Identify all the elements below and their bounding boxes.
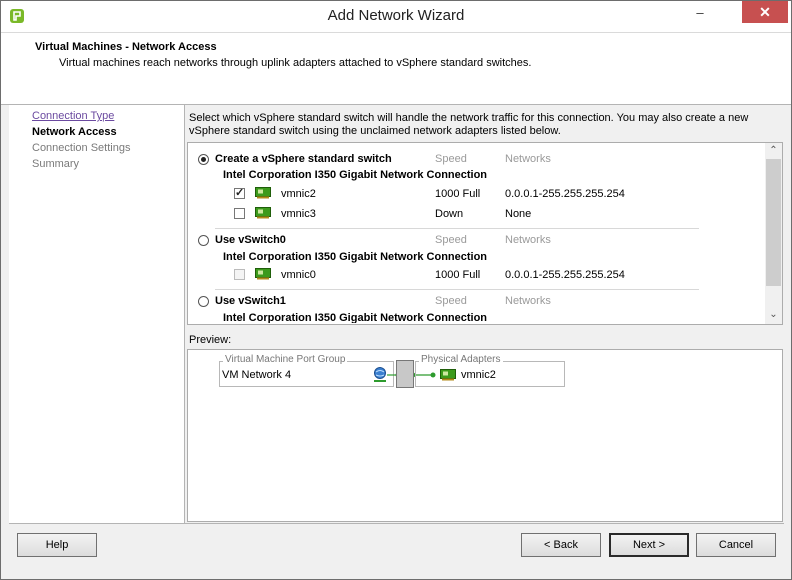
nic-name: vmnic2 <box>281 188 316 200</box>
physical-adapter-name: vmnic2 <box>461 369 496 381</box>
vmnic2-checkbox[interactable] <box>234 186 245 199</box>
option-divider <box>215 228 699 229</box>
globe-network-icon <box>374 367 386 382</box>
adapter-group-label: Intel Corporation I350 Gigabit Network C… <box>223 251 488 263</box>
physical-adapters-legend: Physical Adapters <box>419 354 503 365</box>
speed-column-header: Speed <box>435 153 467 165</box>
adapter-group-label: Intel Corporation I350 Gigabit Network C… <box>223 169 488 181</box>
virtual-switch-icon <box>396 360 414 388</box>
nic-speed: Down <box>435 208 464 220</box>
adapter-group-label: Intel Corporation I350 Gigabit Network C… <box>223 312 488 323</box>
next-button[interactable]: Next > <box>609 533 689 557</box>
scroll-up-icon[interactable]: ⌃ <box>765 143 782 159</box>
title-bar: Add Network Wizard – ✕ <box>1 1 791 33</box>
list-scrollbar[interactable]: ⌃ ⌄ <box>765 143 782 324</box>
footer-divider <box>9 523 784 524</box>
back-button[interactable]: < Back <box>521 533 601 557</box>
use-vswitch1-radio[interactable] <box>198 296 209 307</box>
scroll-thumb[interactable] <box>766 159 781 286</box>
nav-step-network-access: Network Access <box>32 126 117 138</box>
nic-networks: 0.0.0.1-255.255.255.254 <box>505 188 625 200</box>
use-vswitch0-radio[interactable] <box>198 235 209 246</box>
nav-step-connection-settings: Connection Settings <box>32 142 131 154</box>
window-title: Add Network Wizard <box>327 7 465 24</box>
vmnic0-checkbox <box>234 269 245 280</box>
network-adapter-icon <box>255 187 271 199</box>
help-button[interactable]: Help <box>17 533 97 557</box>
use-vswitch0-label[interactable]: Use vSwitch0 <box>215 234 286 246</box>
page-title: Virtual Machines - Network Access <box>35 41 217 53</box>
cancel-button[interactable]: Cancel <box>696 533 776 557</box>
speed-column-header: Speed <box>435 234 467 246</box>
nic-name: vmnic3 <box>281 208 316 220</box>
networks-column-header: Networks <box>505 234 551 246</box>
speed-column-header: Speed <box>435 295 467 307</box>
nic-speed: 1000 Full <box>435 269 481 281</box>
scroll-down-icon[interactable]: ⌄ <box>765 307 782 323</box>
use-vswitch1-label[interactable]: Use vSwitch1 <box>215 295 286 307</box>
network-adapter-icon <box>440 369 456 381</box>
option-divider <box>215 289 699 290</box>
nic-networks: None <box>505 208 532 220</box>
wizard-window: Add Network Wizard – ✕ Virtual Machines … <box>0 0 792 580</box>
instructions-text: Select which vSphere standard switch wil… <box>189 112 749 137</box>
network-adapter-icon <box>255 268 271 280</box>
nic-speed: 1000 Full <box>435 188 481 200</box>
close-button[interactable]: ✕ <box>742 1 788 23</box>
wizard-steps-nav: Connection Type Network Access Connectio… <box>9 105 185 523</box>
nic-name: vmnic0 <box>281 269 316 281</box>
nic-networks: 0.0.0.1-255.255.255.254 <box>505 269 625 281</box>
create-switch-label[interactable]: Create a vSphere standard switch <box>215 153 392 165</box>
nav-step-connection-type[interactable]: Connection Type <box>32 110 114 122</box>
nav-step-summary: Summary <box>32 158 80 170</box>
wizard-header: Virtual Machines - Network Access Virtua… <box>1 33 791 105</box>
page-description: Virtual machines reach networks through … <box>59 57 532 69</box>
port-group-name: VM Network 4 <box>222 369 292 381</box>
port-group-legend: Virtual Machine Port Group <box>223 354 348 365</box>
vmnic3-checkbox[interactable] <box>234 208 245 219</box>
networks-column-header: Networks <box>505 153 551 165</box>
minimize-button[interactable]: – <box>694 6 706 21</box>
preview-label: Preview: <box>189 334 232 346</box>
networks-column-header: Networks <box>505 295 551 307</box>
create-switch-radio[interactable] <box>198 154 209 165</box>
network-adapter-icon <box>255 207 271 219</box>
